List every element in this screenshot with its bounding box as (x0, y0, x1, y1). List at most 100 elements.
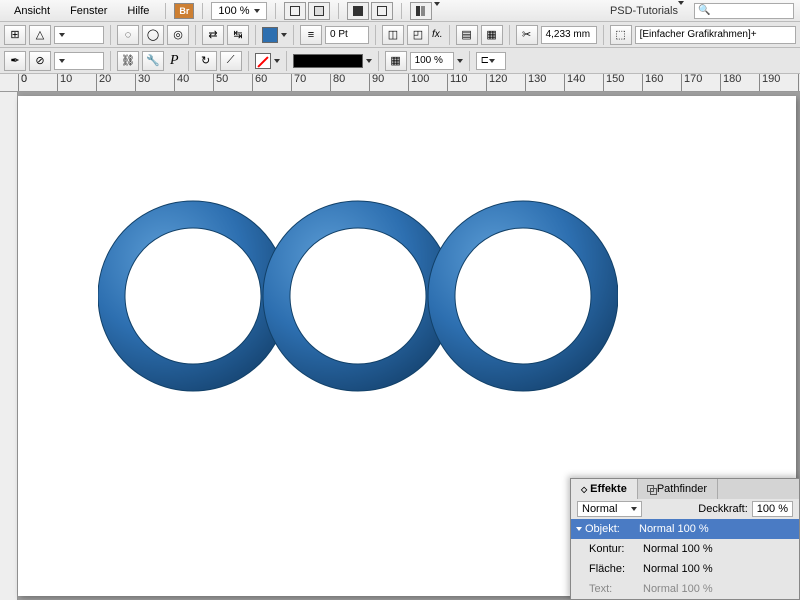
ruler-tick: 160 (642, 74, 663, 92)
tab-pathfinder[interactable]: Pathfinder (638, 479, 718, 499)
ruler-tick: 130 (525, 74, 546, 92)
stroke-weight-input[interactable]: 0 Pt (325, 26, 369, 44)
chevron-down-icon[interactable] (434, 2, 440, 6)
rect-icon (290, 6, 300, 16)
ruler-tick: 60 (252, 74, 267, 92)
tool-clear[interactable]: ⊘ (29, 51, 51, 71)
row-label: Fläche: (589, 563, 639, 575)
menu-help[interactable]: Hilfe (119, 2, 157, 20)
ruler-tick: 70 (291, 74, 306, 92)
tool-ellipse-group[interactable]: ◎ (167, 25, 189, 45)
tool-anchor-2[interactable]: ✒ (4, 51, 26, 71)
tool-flip-h[interactable]: ⇄ (202, 25, 224, 45)
blend-row: Normal Deckkraft: 100 % (571, 499, 799, 519)
view-mode-group (284, 2, 330, 20)
ruler-tick: 10 (57, 74, 72, 92)
opacity-input[interactable]: 100 % (410, 52, 454, 70)
ruler-tick: 50 (213, 74, 228, 92)
effect-row-stroke[interactable]: Kontur: Normal 100 % (571, 539, 799, 559)
stroke-weight-icon: ≡ (300, 25, 322, 45)
effect-row-object[interactable]: Objekt: Normal 100 % (571, 519, 799, 539)
separator (165, 3, 166, 19)
separator (338, 3, 339, 19)
row-label: Kontur: (589, 543, 639, 555)
tool-ellipse-dashed[interactable]: ◌ (117, 25, 139, 45)
opacity-value-input[interactable]: 100 % (752, 501, 793, 517)
paragraph-style-icon[interactable]: P (167, 53, 182, 69)
fill-swatch[interactable] (262, 27, 278, 43)
screen-mode-1[interactable] (347, 2, 369, 20)
panel-tabs: ◇Effekte Pathfinder (571, 479, 799, 499)
view-mode-1[interactable] (284, 2, 306, 20)
effect-row-fill[interactable]: Fläche: Normal 100 % (571, 559, 799, 579)
chevron-down-icon[interactable] (457, 59, 463, 63)
tool-shear[interactable]: ⟋ (220, 51, 242, 71)
tool-anchor[interactable]: △ (29, 25, 51, 45)
search-input[interactable]: 🔍 (694, 3, 794, 19)
fx-button[interactable]: fx. (432, 29, 443, 40)
chevron-down-icon (254, 9, 260, 13)
row-label: Text: (589, 583, 639, 595)
screen-mode-2[interactable] (371, 2, 393, 20)
crop-tool[interactable]: ✂ (516, 25, 538, 45)
toolbar-row-1: ⊞ △ ◌ ◯ ◎ ⇄ ↹ ≡ 0 Pt ◫ ◰ fx. ▤ ▦ ✂ 4,233… (0, 22, 800, 48)
tool-chain[interactable]: ⛓ (117, 51, 139, 71)
disclosure-icon (576, 527, 582, 531)
view-mode-2[interactable] (308, 2, 330, 20)
chevron-down-icon (678, 1, 684, 17)
corner-radius[interactable]: ◰ (407, 25, 429, 45)
bridge-button[interactable]: Br (174, 3, 194, 19)
text-wrap-1[interactable]: ▤ (456, 25, 478, 45)
tab-effects[interactable]: ◇Effekte (571, 479, 638, 499)
effect-row-text[interactable]: Text: Normal 100 % (571, 579, 799, 599)
control-panel: ⊞ △ ◌ ◯ ◎ ⇄ ↹ ≡ 0 Pt ◫ ◰ fx. ▤ ▦ ✂ 4,233… (0, 22, 800, 74)
chevron-down-icon[interactable] (366, 59, 372, 63)
dim-input[interactable]: 4,233 mm (541, 26, 597, 44)
col-icon (416, 6, 420, 16)
pathfinder-icon (648, 486, 654, 492)
blend-mode-dropdown[interactable]: Normal (577, 501, 642, 517)
ruler-tick: 120 (486, 74, 507, 92)
tool-rotate[interactable]: ↻ (195, 51, 217, 71)
separator (202, 3, 203, 19)
tool-spacing[interactable]: ↹ (227, 25, 249, 45)
chevron-down-icon[interactable] (274, 59, 280, 63)
ruler-tick: 170 (681, 74, 702, 92)
ruler-tick: 80 (330, 74, 345, 92)
corner-options[interactable]: ◫ (382, 25, 404, 45)
zoom-dropdown[interactable]: 100 % (211, 2, 266, 20)
ruler-tick: 180 (720, 74, 741, 92)
screen-icon (377, 6, 387, 16)
combo-1[interactable] (54, 26, 104, 44)
ruler-tick: 110 (447, 74, 468, 92)
tool-insert-position[interactable]: ⊞ (4, 25, 26, 45)
opacity-icon: ▦ (385, 51, 407, 71)
menu-bar: Ansicht Fenster Hilfe Br 100 % PSD-Tutor… (0, 0, 800, 22)
search-icon: 🔍 (698, 5, 710, 16)
separator (275, 3, 276, 19)
ruler-tick: 0 (18, 74, 27, 92)
style-dropdown[interactable]: [Einfacher Grafikrahmen]+ (635, 26, 796, 44)
opacity-label: Deckkraft: (698, 503, 748, 515)
menu-window[interactable]: Fenster (62, 2, 115, 20)
rect-icon (314, 6, 324, 16)
workspace-dropdown[interactable]: PSD-Tutorials (604, 2, 690, 20)
screen-icon (353, 6, 363, 16)
chevron-down-icon[interactable] (281, 33, 287, 37)
stroke-style-dropdown[interactable] (293, 54, 363, 68)
text-wrap-2[interactable]: ▦ (481, 25, 503, 45)
menu-view[interactable]: Ansicht (6, 2, 58, 20)
ruler-tick: 90 (369, 74, 384, 92)
tool-ellipse-solid[interactable]: ◯ (142, 25, 164, 45)
separator (401, 3, 402, 19)
row-value: Normal 100 % (643, 563, 713, 575)
row-value: Normal 100 % (639, 523, 709, 535)
combo-2[interactable] (54, 52, 104, 70)
row-value: Normal 100 % (643, 543, 713, 555)
misc-dropdown[interactable]: ⊏ (476, 52, 506, 70)
frame-select-icon[interactable]: ⬚ (610, 25, 632, 45)
artwork-rings[interactable] (98, 186, 618, 406)
tool-wrench[interactable]: 🔧 (142, 51, 164, 71)
stroke-swatch[interactable] (255, 53, 271, 69)
arrange-1[interactable] (410, 2, 432, 20)
